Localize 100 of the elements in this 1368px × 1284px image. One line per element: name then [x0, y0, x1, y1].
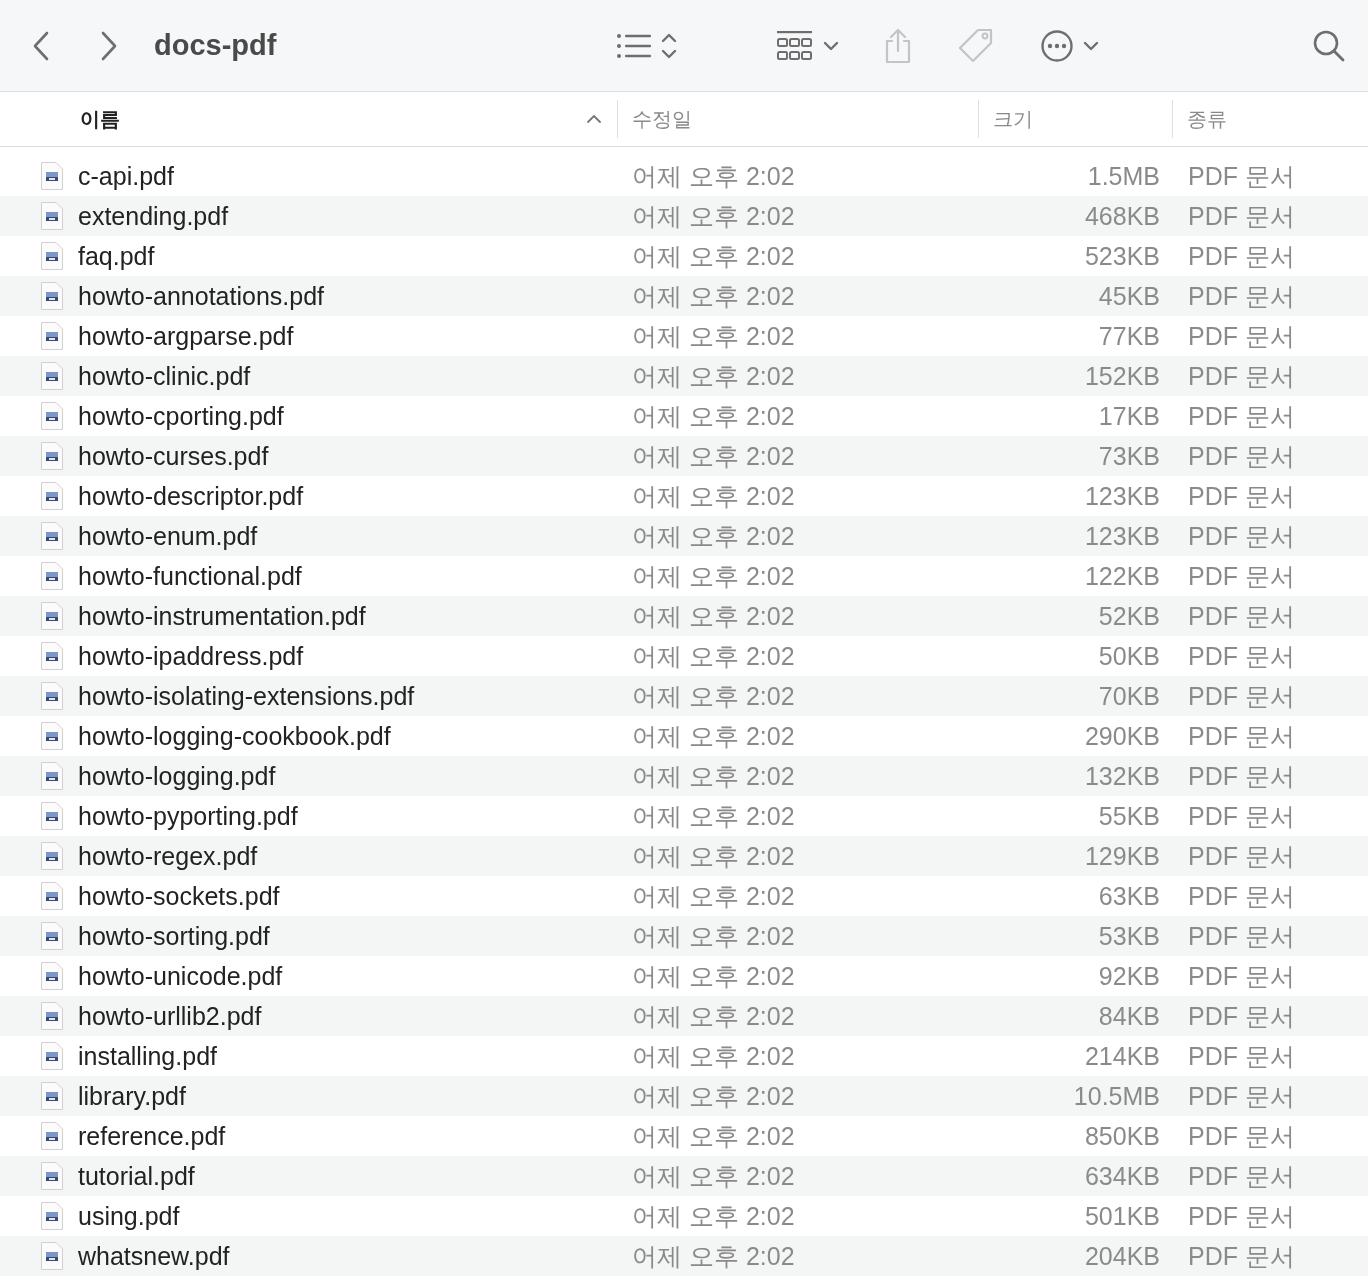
- file-kind: PDF 문서: [1187, 200, 1296, 232]
- file-name: howto-ipaddress.pdf: [78, 641, 304, 671]
- file-row[interactable]: tutorial.pdf 어제 오후 2:02 634KB PDF 문서: [0, 1156, 1368, 1196]
- pdf-file-icon: [40, 521, 64, 551]
- modified-date: 어제 오후 2:02: [631, 1160, 796, 1192]
- pdf-file-icon: [40, 681, 64, 711]
- file-row[interactable]: howto-clinic.pdf 어제 오후 2:02 152KB PDF 문서: [0, 356, 1368, 396]
- pdf-file-icon: [40, 601, 64, 631]
- file-row[interactable]: library.pdf 어제 오후 2:02 10.5MB PDF 문서: [0, 1076, 1368, 1116]
- file-size: 501KB: [1083, 1201, 1161, 1231]
- file-name: c-api.pdf: [78, 161, 174, 191]
- file-size: 52KB: [1097, 601, 1161, 631]
- file-row[interactable]: howto-sorting.pdf 어제 오후 2:02 53KB PDF 문서: [0, 916, 1368, 956]
- file-kind: PDF 문서: [1187, 800, 1296, 832]
- file-row[interactable]: howto-logging.pdf 어제 오후 2:02 132KB PDF 문서: [0, 756, 1368, 796]
- file-kind: PDF 문서: [1187, 520, 1296, 552]
- file-kind: PDF 문서: [1187, 1040, 1296, 1072]
- modified-date: 어제 오후 2:02: [631, 1120, 796, 1152]
- modified-date: 어제 오후 2:02: [631, 520, 796, 552]
- file-row[interactable]: extending.pdf 어제 오후 2:02 468KB PDF 문서: [0, 196, 1368, 236]
- file-name: howto-instrumentation.pdf: [78, 601, 366, 631]
- ellipsis-circle-icon: [1040, 28, 1074, 63]
- file-name: whatsnew.pdf: [78, 1241, 230, 1271]
- file-name: howto-clinic.pdf: [78, 361, 251, 391]
- file-kind: PDF 문서: [1187, 960, 1296, 992]
- sort-ascending-icon: [585, 113, 603, 125]
- modified-date: 어제 오후 2:02: [631, 360, 796, 392]
- file-size: 123KB: [1083, 521, 1161, 551]
- file-size: 10.5MB: [1072, 1081, 1161, 1111]
- column-header[interactable]: 이름: [0, 100, 617, 138]
- pdf-file-icon: [40, 1041, 64, 1071]
- file-name: howto-logging-cookbook.pdf: [78, 721, 391, 751]
- file-kind: PDF 문서: [1187, 1200, 1296, 1232]
- file-size: 45KB: [1097, 281, 1161, 311]
- modified-date: 어제 오후 2:02: [631, 400, 796, 432]
- modified-date: 어제 오후 2:02: [631, 960, 796, 992]
- pdf-file-icon: [40, 281, 64, 311]
- pdf-file-icon: [40, 801, 64, 831]
- modified-date: 어제 오후 2:02: [631, 1240, 796, 1272]
- file-name: howto-functional.pdf: [78, 561, 302, 591]
- modified-date: 어제 오후 2:02: [631, 200, 796, 232]
- file-size: 468KB: [1083, 201, 1161, 231]
- pdf-file-icon: [40, 881, 64, 911]
- pdf-file-icon: [40, 841, 64, 871]
- file-kind: PDF 문서: [1187, 400, 1296, 432]
- file-name: howto-enum.pdf: [78, 521, 258, 551]
- modified-date: 어제 오후 2:02: [631, 840, 796, 872]
- file-row[interactable]: howto-urllib2.pdf 어제 오후 2:02 84KB PDF 문서: [0, 996, 1368, 1036]
- grid-icon: [776, 29, 814, 62]
- file-size: 92KB: [1097, 961, 1161, 991]
- file-row[interactable]: howto-enum.pdf 어제 오후 2:02 123KB PDF 문서: [0, 516, 1368, 556]
- file-kind: PDF 문서: [1187, 840, 1296, 872]
- file-name: howto-argparse.pdf: [78, 321, 294, 351]
- file-kind: PDF 문서: [1187, 1000, 1296, 1032]
- file-kind: PDF 문서: [1187, 1160, 1296, 1192]
- file-row[interactable]: howto-curses.pdf 어제 오후 2:02 73KB PDF 문서: [0, 436, 1368, 476]
- file-kind: PDF 문서: [1187, 1240, 1296, 1272]
- file-name: installing.pdf: [78, 1041, 217, 1071]
- file-size: 70KB: [1097, 681, 1161, 711]
- modified-date: 어제 오후 2:02: [631, 1200, 796, 1232]
- file-name: faq.pdf: [78, 241, 155, 271]
- file-name: howto-sockets.pdf: [78, 881, 280, 911]
- file-size: 152KB: [1083, 361, 1161, 391]
- file-size: 55KB: [1097, 801, 1161, 831]
- file-kind: PDF 문서: [1187, 880, 1296, 912]
- file-name: tutorial.pdf: [78, 1161, 195, 1191]
- pdf-file-icon: [40, 561, 64, 591]
- pdf-file-icon: [40, 161, 64, 191]
- file-row[interactable]: howto-regex.pdf 어제 오후 2:02 129KB PDF 문서: [0, 836, 1368, 876]
- modified-date: 어제 오후 2:02: [631, 640, 796, 672]
- file-row[interactable]: howto-instrumentation.pdf 어제 오후 2:02 52KB PDF 문서: [0, 596, 1368, 636]
- pdf-file-icon: [40, 361, 64, 391]
- pdf-file-icon: [40, 1241, 64, 1271]
- file-name: howto-descriptor.pdf: [78, 481, 304, 511]
- file-kind: PDF 문서: [1187, 360, 1296, 392]
- file-kind: PDF 문서: [1187, 600, 1296, 632]
- file-size: 290KB: [1083, 721, 1161, 751]
- file-kind: PDF 문서: [1187, 760, 1296, 792]
- file-row[interactable]: howto-isolating-extensions.pdf 어제 오후 2:02 70KB PDF 문서: [0, 676, 1368, 716]
- pdf-file-icon: [40, 721, 64, 751]
- pdf-file-icon: [40, 1201, 64, 1231]
- modified-date: 어제 오후 2:02: [631, 800, 796, 832]
- file-name: howto-logging.pdf: [78, 761, 276, 791]
- file-size: 17KB: [1097, 401, 1161, 431]
- column-header[interactable]: 수정일: [617, 100, 978, 138]
- file-kind: PDF 문서: [1187, 1080, 1296, 1112]
- file-row[interactable]: whatsnew.pdf 어제 오후 2:02 204KB PDF 문서: [0, 1236, 1368, 1276]
- file-name: howto-urllib2.pdf: [78, 1001, 262, 1031]
- file-size: 523KB: [1083, 241, 1161, 271]
- pdf-file-icon: [40, 241, 64, 271]
- file-name: howto-cporting.pdf: [78, 401, 284, 431]
- pdf-file-icon: [40, 321, 64, 351]
- file-size: 214KB: [1083, 1041, 1161, 1071]
- file-size: 204KB: [1083, 1241, 1161, 1271]
- file-row[interactable]: howto-annotations.pdf 어제 오후 2:02 45KB PDF 문서: [0, 276, 1368, 316]
- file-kind: PDF 문서: [1187, 480, 1296, 512]
- chevron-down-icon: [822, 39, 840, 52]
- pdf-file-icon: [40, 1161, 64, 1191]
- list-icon: [616, 32, 652, 59]
- file-size: 63KB: [1097, 881, 1161, 911]
